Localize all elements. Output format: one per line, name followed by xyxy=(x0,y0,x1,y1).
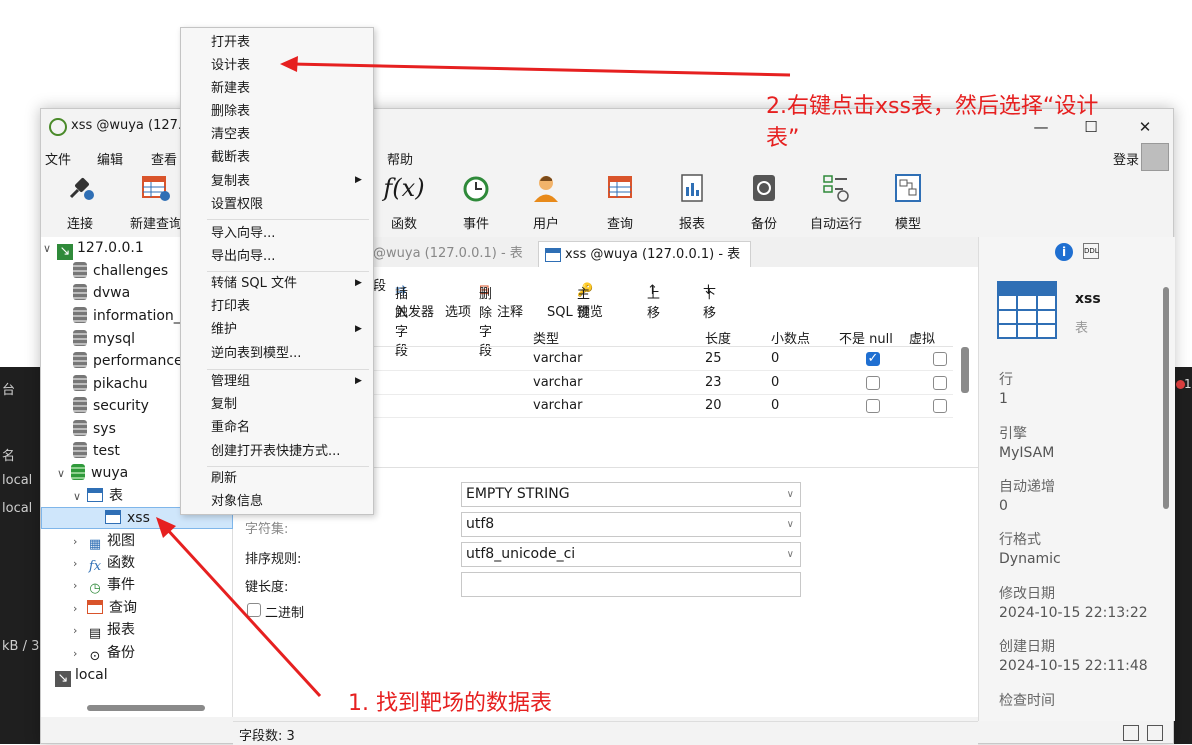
annotation-arrow-1 xyxy=(164,526,322,698)
arrowhead-icon xyxy=(280,56,298,72)
annotation-arrow-2 xyxy=(291,62,791,77)
annotation-step-2-cont: 表” xyxy=(766,126,800,151)
annotation-step-2: 2.右键点击xss表，然后选择“设计 xyxy=(766,94,1099,119)
annotation-step-1: 1. 找到靶场的数据表 xyxy=(348,691,552,716)
